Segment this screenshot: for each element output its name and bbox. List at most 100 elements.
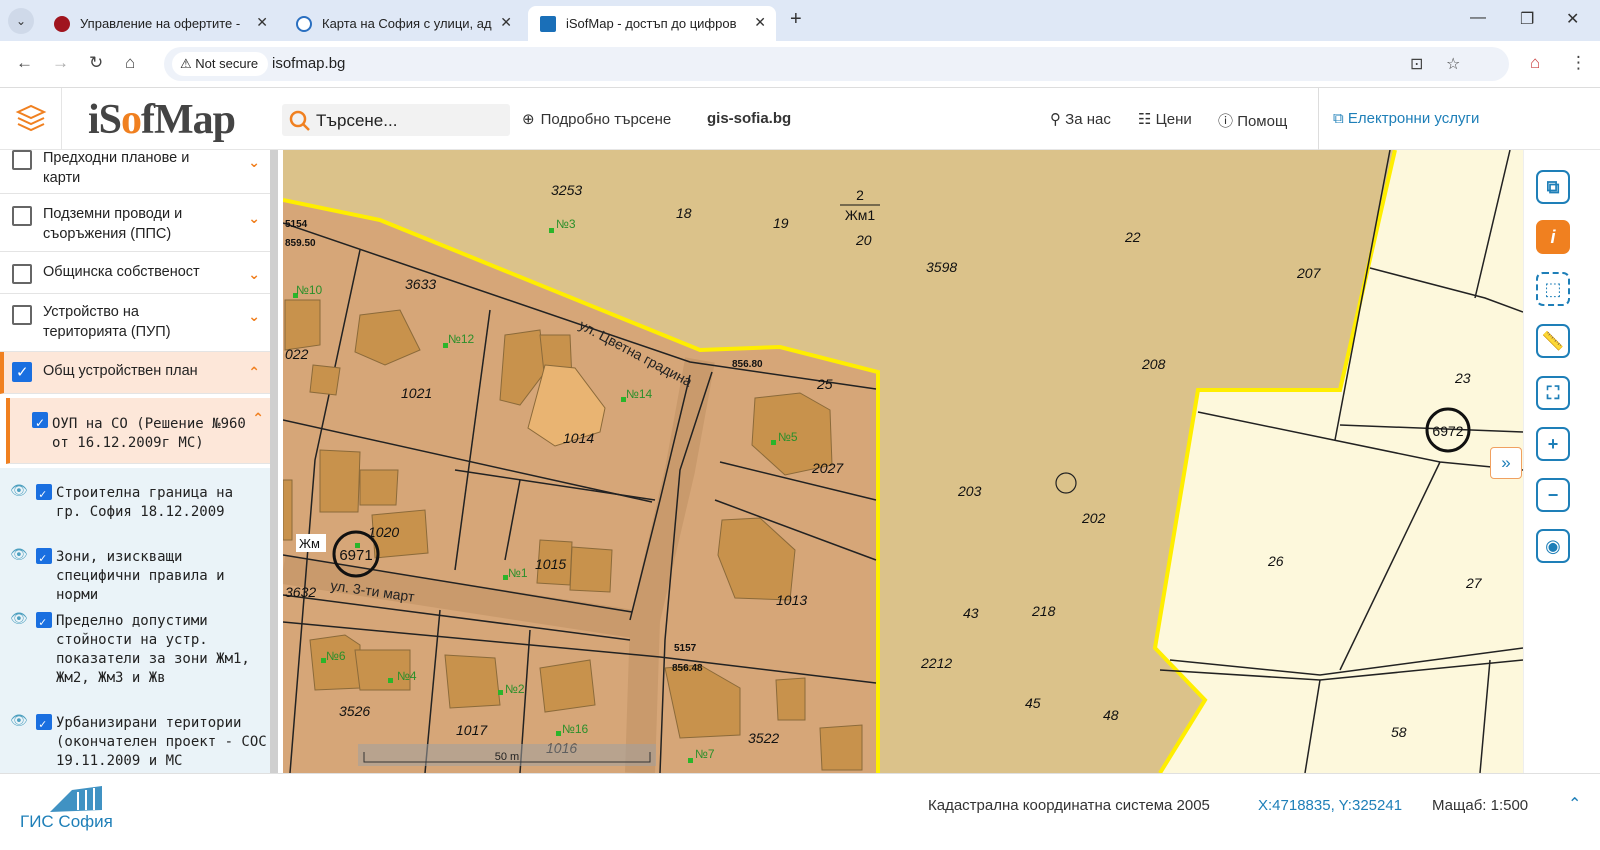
layer-group-underground[interactable]: Подземни проводи и съоръжения (ППС) ⌄ bbox=[0, 194, 272, 252]
checkbox[interactable] bbox=[12, 206, 32, 226]
parcel-label: 26 bbox=[1267, 553, 1284, 569]
parcel-label: 1013 bbox=[776, 592, 807, 608]
checkbox[interactable] bbox=[12, 150, 32, 170]
layer-group-municipal-property[interactable]: Общинска собственост ⌄ bbox=[0, 252, 272, 294]
prices-link[interactable]: ☷ Цени bbox=[1138, 110, 1192, 128]
parcel-label: 3633 bbox=[405, 276, 436, 292]
measure-ruler-icon[interactable]: 📏 bbox=[1536, 324, 1570, 358]
sidebar-scrollbar[interactable] bbox=[270, 150, 278, 788]
tab-search-button[interactable]: ⌄ bbox=[8, 8, 34, 34]
parcel-label: 25 bbox=[816, 376, 833, 392]
tab-favicon-icon bbox=[540, 15, 556, 32]
chevron-up-icon[interactable]: ⌃ bbox=[1568, 794, 1581, 814]
parcel-label: 1017 bbox=[456, 722, 488, 738]
layers-button[interactable] bbox=[0, 88, 62, 150]
full-extent-icon[interactable]: ⛶ bbox=[1536, 376, 1570, 410]
checkbox[interactable] bbox=[36, 612, 52, 632]
map-scale-readout[interactable]: Мащаб: 1:500 bbox=[1432, 797, 1528, 814]
group-label: Подземни проводи и съоръжения (ППС) bbox=[43, 206, 183, 242]
minimize-icon[interactable]: — bbox=[1470, 9, 1486, 27]
zoom-out-icon[interactable]: − bbox=[1536, 478, 1570, 512]
checkbox[interactable] bbox=[12, 264, 32, 284]
layer-subgroup-oup[interactable]: ОУП на СО (Решение №960 от 16.12.2009г М… bbox=[6, 398, 272, 464]
back-icon[interactable]: ← bbox=[16, 53, 33, 73]
layer-label: Строителна граница на гр. София 18.12.20… bbox=[56, 485, 234, 520]
parcel-label: №12 bbox=[448, 332, 475, 346]
window-close-icon[interactable]: ✕ bbox=[1566, 9, 1579, 29]
map-canvas[interactable]: ул. Цветна градина ул. 3-ти март 2 Жм1 Ж… bbox=[283, 150, 1523, 773]
parcel-label: 859.50 bbox=[285, 238, 316, 249]
eye-icon[interactable]: 👁 bbox=[10, 546, 28, 565]
parcel-label: 23 bbox=[1454, 370, 1471, 386]
zone-label-zhm: Жм bbox=[299, 536, 320, 551]
group-label: Предходни планове и карти bbox=[43, 150, 190, 186]
browser-tab-1[interactable]: Управление на офертите - ✕ bbox=[42, 6, 278, 41]
omnibox[interactable]: ⚠ Not secure isofmap.bg ⊡ ☆ bbox=[164, 47, 1509, 81]
group-label: Общинска собственост bbox=[43, 264, 200, 280]
translate-icon[interactable]: ⊡ bbox=[1410, 54, 1423, 74]
chevron-down-icon[interactable]: ⌄ bbox=[248, 208, 260, 228]
my-location-icon[interactable]: ◉ bbox=[1536, 529, 1570, 563]
parcel-label: 207 bbox=[1296, 265, 1322, 281]
menu-kebab-icon[interactable]: ⋮ bbox=[1570, 53, 1587, 73]
parcel-label: 3632 bbox=[285, 584, 316, 600]
parcel-label: 5154 bbox=[285, 219, 308, 230]
parcel-label: 3526 bbox=[339, 703, 370, 719]
home-icon[interactable]: ⌂ bbox=[125, 53, 135, 73]
parcel-label: 022 bbox=[285, 346, 309, 362]
close-tab-icon[interactable]: ✕ bbox=[754, 14, 766, 31]
info-icon[interactable]: i bbox=[1536, 220, 1570, 254]
checkbox[interactable] bbox=[36, 714, 52, 734]
zone-code-number: 2 bbox=[856, 187, 864, 203]
checkbox[interactable] bbox=[32, 412, 48, 433]
chevron-up-icon[interactable]: ⌃ bbox=[248, 362, 260, 382]
search-input[interactable]: Търсене... bbox=[282, 104, 510, 136]
advanced-search-link[interactable]: ⊕ Подробно търсене bbox=[522, 110, 671, 128]
close-tab-icon[interactable]: ✕ bbox=[256, 14, 268, 31]
eye-icon[interactable]: 👁 bbox=[10, 712, 28, 731]
checkbox[interactable] bbox=[12, 362, 32, 383]
parcel-label: 1014 bbox=[563, 430, 594, 446]
layer-group-general-plan[interactable]: Общ устройствен план ⌃ bbox=[0, 352, 272, 394]
eservices-link[interactable]: ⧉ Електронни услуги bbox=[1318, 88, 1479, 150]
gis-sofia-link[interactable]: gis-sofia.bg bbox=[707, 110, 791, 127]
marker-label-6971: 6971 bbox=[339, 547, 372, 564]
isofmap-logo[interactable]: iSofMap bbox=[88, 96, 236, 144]
chevron-down-icon[interactable]: ⌄ bbox=[248, 152, 260, 172]
chevron-up-icon[interactable]: ⌃ bbox=[252, 408, 264, 428]
chevron-down-icon[interactable]: ⌄ bbox=[248, 306, 260, 326]
parcel-label: 856.48 bbox=[672, 663, 703, 674]
checkbox[interactable] bbox=[36, 548, 52, 568]
checkbox[interactable] bbox=[12, 305, 32, 325]
chevron-down-icon[interactable]: ⌄ bbox=[248, 264, 260, 284]
status-footer: ГИС София Кадастрална координатна систем… bbox=[0, 773, 1600, 850]
url-text[interactable]: isofmap.bg bbox=[272, 55, 345, 72]
bookmark-star-icon[interactable]: ☆ bbox=[1446, 54, 1460, 74]
expand-panel-button[interactable]: » bbox=[1490, 447, 1522, 479]
zone-code-label: Жм1 bbox=[845, 207, 876, 223]
share-link-icon[interactable]: ⧉ bbox=[1536, 170, 1570, 204]
eye-icon[interactable]: 👁 bbox=[10, 610, 28, 629]
help-icon: ⓘ bbox=[1218, 113, 1234, 130]
restore-icon[interactable]: ❐ bbox=[1520, 9, 1534, 29]
help-link[interactable]: ⓘ Помощ bbox=[1218, 110, 1287, 131]
browser-tab-active[interactable]: iSofMap - достъп до цифрови ✕ bbox=[528, 6, 776, 41]
security-chip[interactable]: ⚠ Not secure bbox=[172, 52, 269, 76]
cadastral-map[interactable]: ул. Цветна градина ул. 3-ти март 2 Жм1 Ж… bbox=[283, 150, 1523, 773]
reload-icon[interactable]: ↻ bbox=[89, 53, 103, 73]
zoom-in-icon[interactable]: + bbox=[1536, 427, 1570, 461]
about-link[interactable]: ⚲ За нас bbox=[1050, 110, 1111, 128]
eye-icon[interactable]: 👁 bbox=[10, 482, 28, 501]
extension-icon[interactable]: ⌂ bbox=[1530, 53, 1540, 73]
forward-icon[interactable]: → bbox=[52, 53, 69, 73]
new-tab-button[interactable]: + bbox=[790, 8, 802, 31]
checkbox[interactable] bbox=[36, 484, 52, 504]
close-tab-icon[interactable]: ✕ bbox=[500, 14, 512, 31]
layer-group-previous-plans[interactable]: Предходни планове и карти ⌄ bbox=[0, 150, 272, 194]
tab-title: Карта на София с улици, адреси bbox=[322, 16, 492, 31]
browser-tab-2[interactable]: Карта на София с улици, адреси ✕ bbox=[284, 6, 522, 41]
layer-group-pup[interactable]: Устройство на територията (ПУП) ⌄ bbox=[0, 294, 272, 352]
parcel-label: 218 bbox=[1031, 603, 1056, 619]
parcel-label: №7 bbox=[695, 747, 715, 761]
select-area-icon[interactable]: ⬚ bbox=[1536, 272, 1570, 306]
